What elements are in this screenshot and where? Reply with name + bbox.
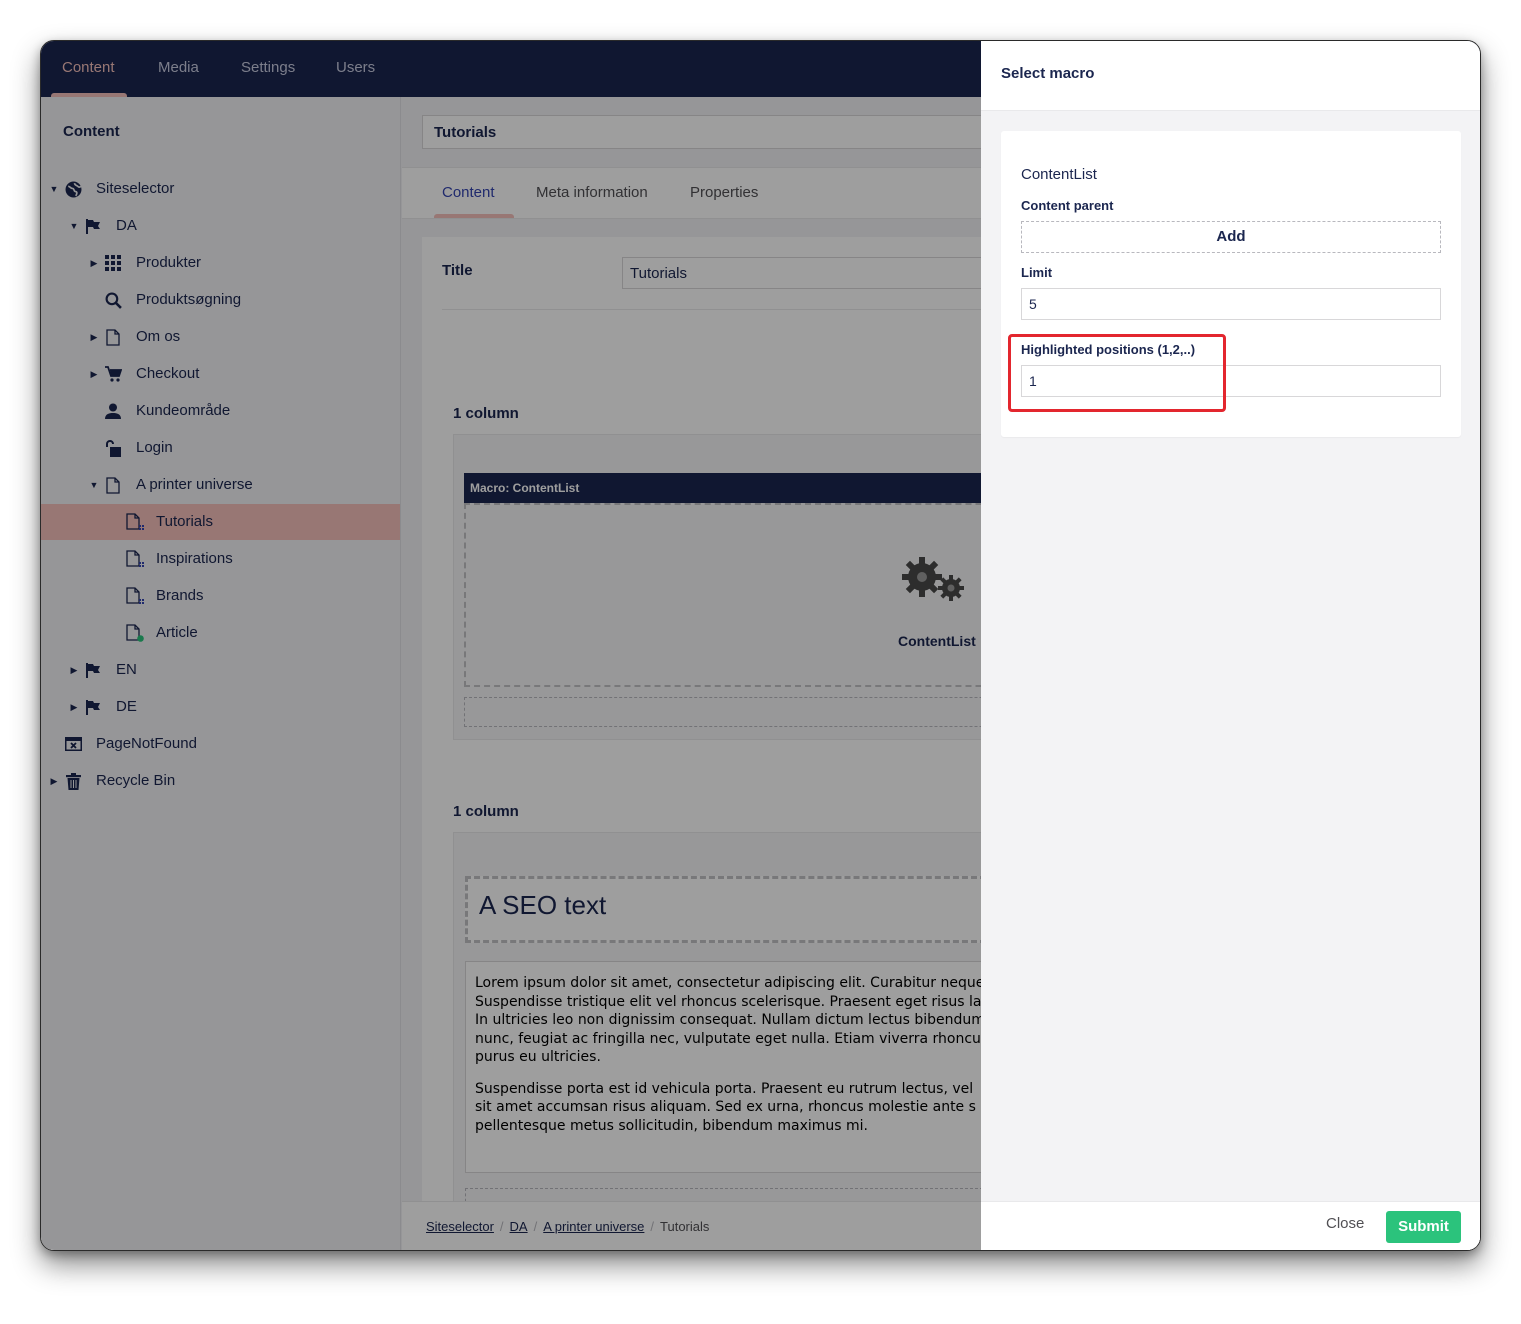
highlight-annotation [1008,334,1226,412]
app-window: Content Media Settings Users Content ▼ S… [40,40,1481,1251]
close-button[interactable]: Close [1326,1215,1364,1232]
modal-backdrop[interactable] [41,41,981,1250]
panel-header: Select macro [981,41,1480,111]
select-macro-panel: Select macro ContentList Content parent … [981,41,1480,1250]
panel-title: Select macro [1001,65,1095,82]
content-parent-add-button[interactable]: Add [1021,221,1441,253]
panel-footer: Close Submit [981,1201,1480,1250]
macro-title: ContentList [1021,166,1097,183]
limit-label: Limit [1021,265,1053,280]
submit-button[interactable]: Submit [1386,1211,1461,1243]
content-parent-label: Content parent [1021,198,1114,213]
limit-input[interactable]: 5 [1021,288,1441,320]
